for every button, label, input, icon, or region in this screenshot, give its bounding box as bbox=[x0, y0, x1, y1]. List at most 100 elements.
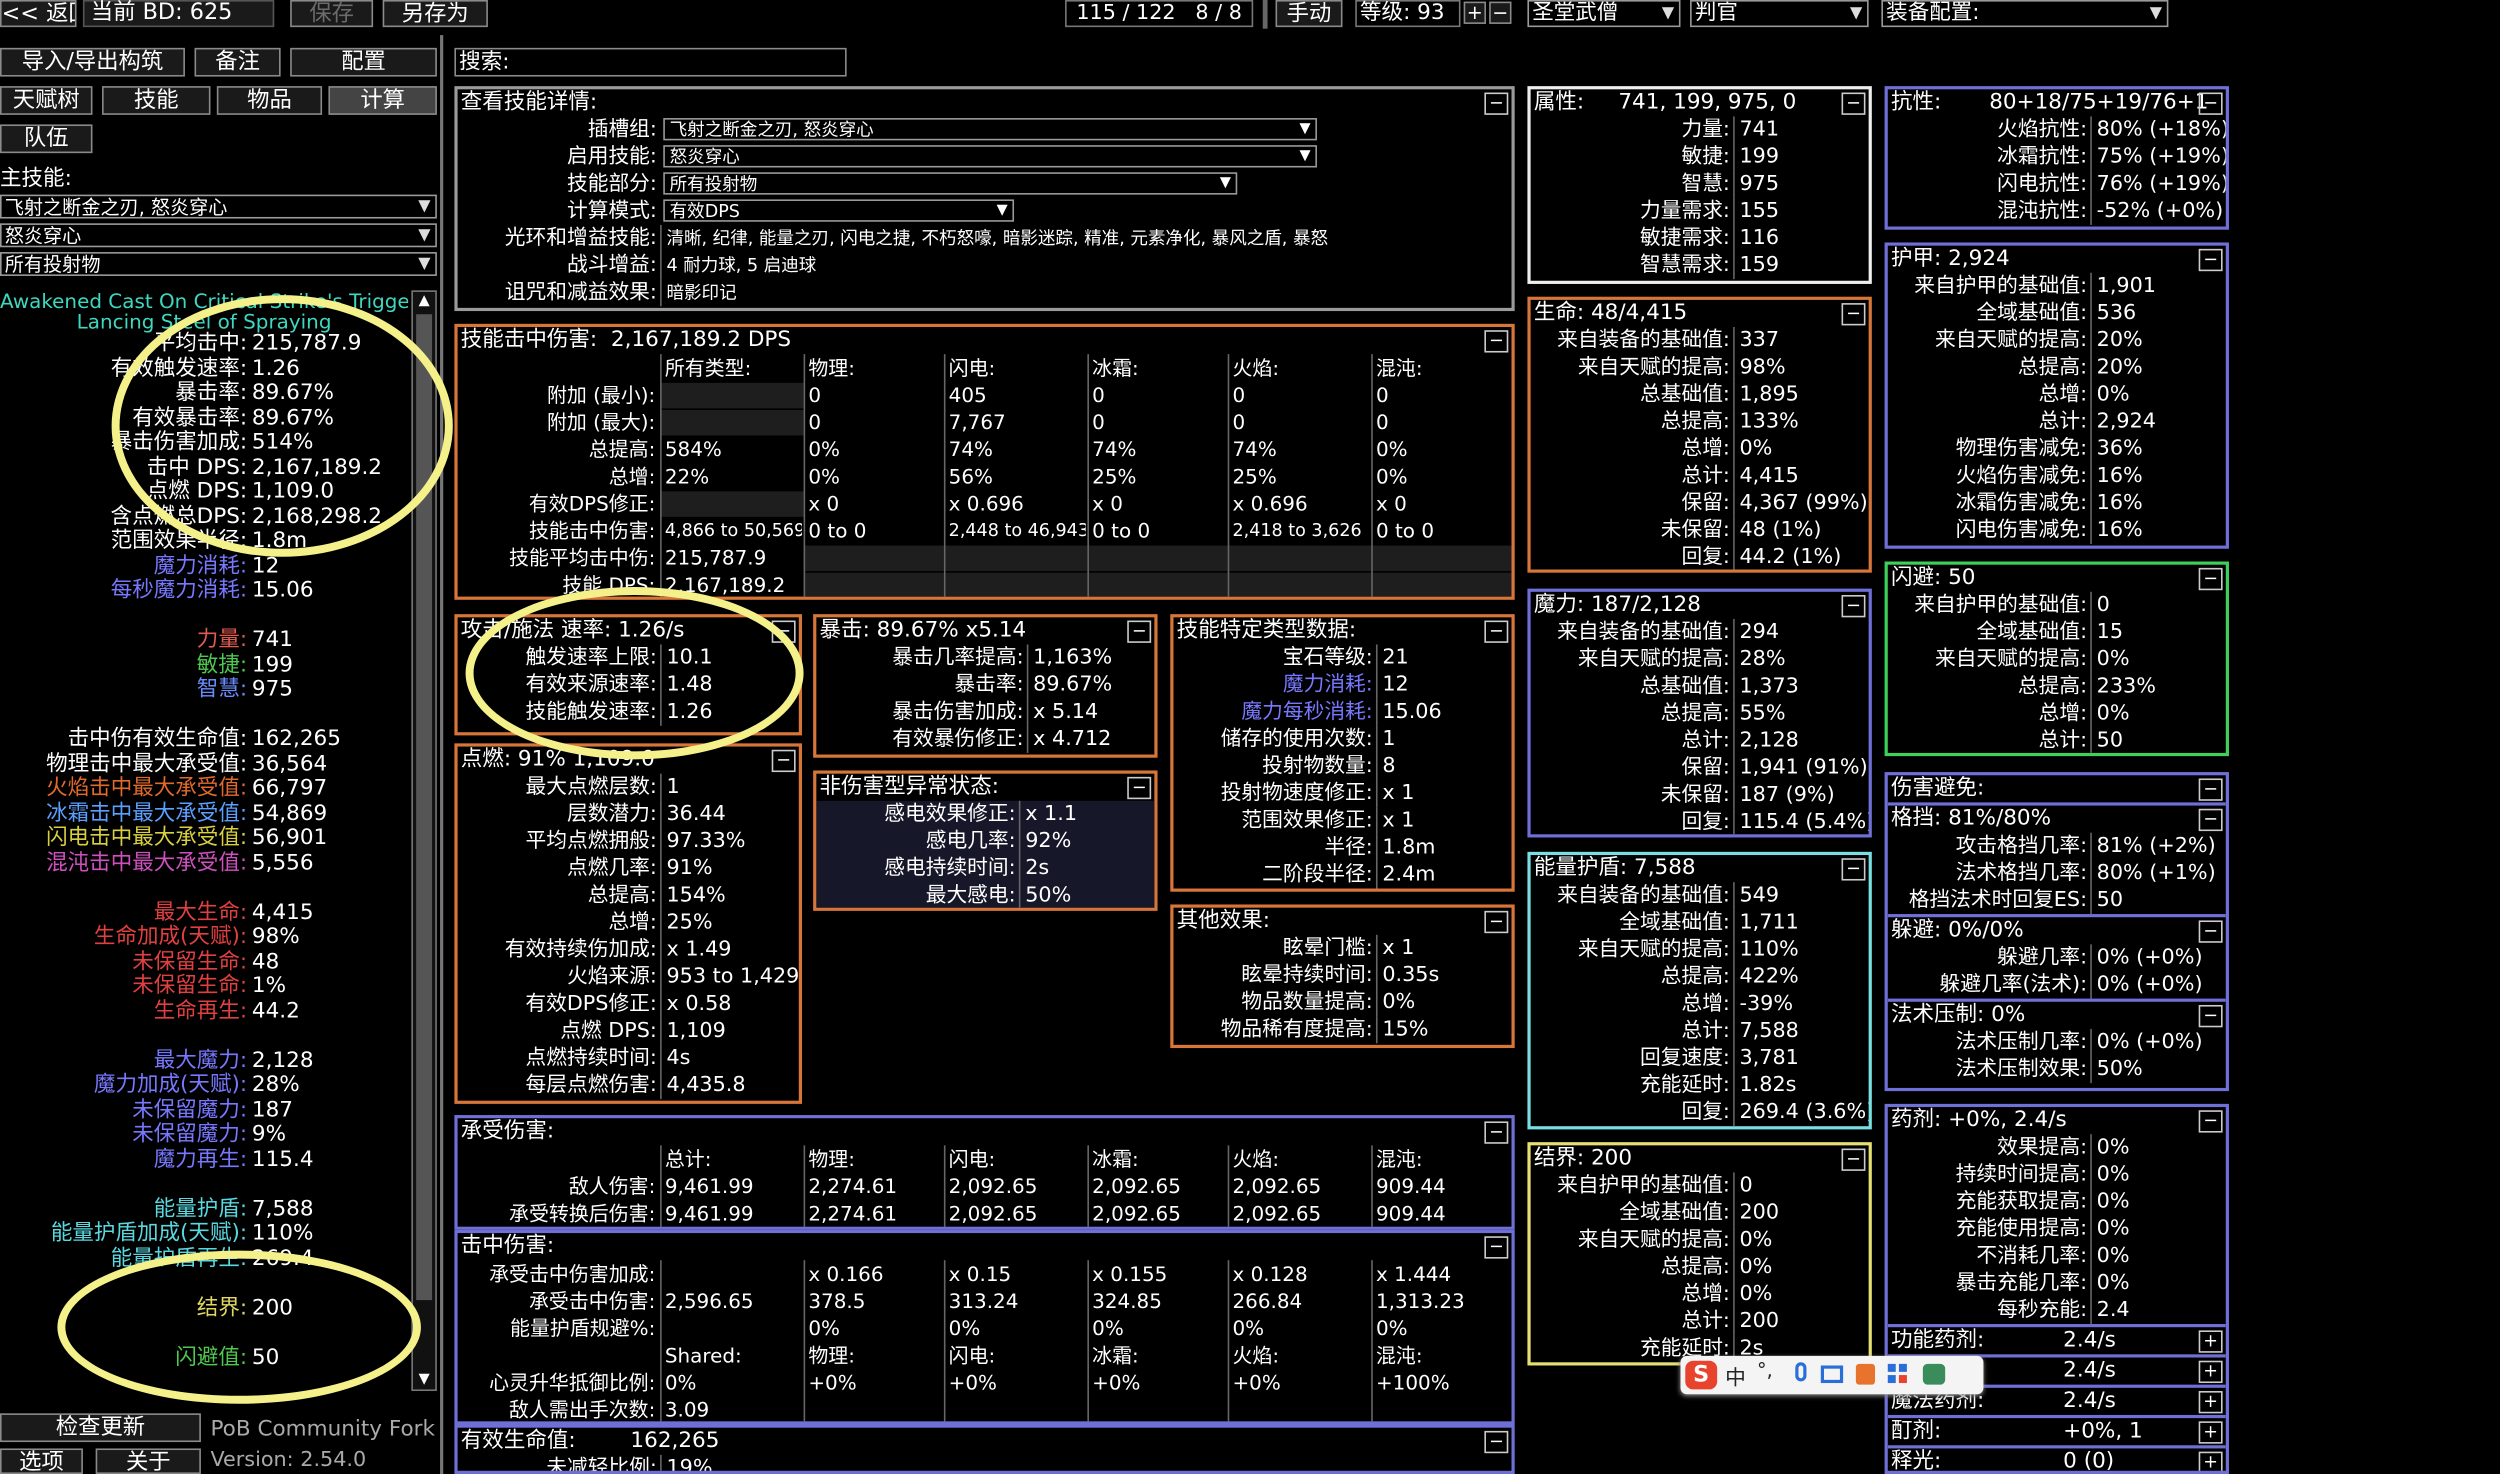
tab-tree[interactable]: 天赋树 bbox=[0, 86, 93, 115]
search-input[interactable]: 搜索: bbox=[454, 47, 847, 77]
main-skill-select[interactable]: 飞射之断金之刃, 怒炎穿心 ▼ bbox=[0, 194, 437, 219]
level-plus-button[interactable]: + bbox=[1463, 1, 1486, 24]
skill-type-value: 1.8m bbox=[1375, 834, 1512, 862]
config-button[interactable]: 配置 bbox=[290, 47, 437, 77]
collapse-icon[interactable]: − bbox=[1841, 595, 1866, 618]
tab-calc[interactable]: 计算 bbox=[328, 86, 437, 115]
skill-part-select[interactable]: 所有投射物 ▼ bbox=[0, 252, 437, 276]
collapse-icon[interactable]: − bbox=[1841, 92, 1866, 115]
skill-detail-row[interactable]: 插槽组: 飞射之断金之刃, 怒炎穿心 ▼ bbox=[458, 116, 1512, 143]
expand-icon[interactable]: + bbox=[2198, 1421, 2223, 1444]
collapse-icon[interactable]: − bbox=[1484, 620, 1509, 643]
expand-icon[interactable]: + bbox=[2198, 1330, 2223, 1353]
chevron-down-icon[interactable]: ▼ bbox=[997, 201, 1008, 220]
ime-toolbar[interactable]: S 中 °, bbox=[1680, 1355, 1984, 1395]
flask-row: 充能使用提高: 0% bbox=[1888, 1215, 2226, 1243]
active-skill-select[interactable]: 怒炎穿心 ▼ bbox=[0, 223, 437, 248]
scroll-up-icon[interactable]: ▲ bbox=[416, 292, 432, 311]
class-select[interactable]: 圣堂武僧 ▼ bbox=[1527, 0, 1681, 28]
cell-value: 2,092.65 bbox=[948, 1174, 1038, 1198]
ime-mic-icon[interactable] bbox=[1795, 1362, 1807, 1382]
collapse-icon[interactable]: − bbox=[2198, 778, 2223, 801]
chevron-down-icon: ▼ bbox=[2149, 4, 2163, 23]
empty-cell bbox=[660, 491, 804, 517]
sidebar-stat-label: 生命再生: bbox=[153, 997, 248, 1024]
back-button[interactable]: << 返回 bbox=[0, 0, 77, 28]
level-minus-button[interactable]: − bbox=[1489, 1, 1512, 24]
collapse-icon[interactable]: − bbox=[2198, 920, 2223, 943]
collapse-icon[interactable]: − bbox=[2198, 1110, 2223, 1133]
ime-grid-icon[interactable] bbox=[1887, 1363, 1909, 1385]
attributes-value: 741, 199, 975, 0 bbox=[1618, 89, 1797, 115]
level-field[interactable]: 等级: 93 bbox=[1355, 0, 1461, 28]
save-as-button[interactable]: 另存为 bbox=[382, 0, 488, 28]
cell-value: 0% bbox=[808, 437, 840, 462]
skill-detail-row[interactable]: 计算模式: 有效DPS ▼ bbox=[458, 198, 1512, 225]
collapse-icon[interactable]: − bbox=[2198, 808, 2223, 832]
sidebar-stat-value: 7,588 bbox=[251, 1195, 314, 1222]
ime-skin-icon[interactable] bbox=[1855, 1363, 1876, 1385]
cell-value: 909.44 bbox=[1375, 1174, 1446, 1198]
about-button[interactable]: 关于 bbox=[95, 1448, 201, 1474]
collapse-icon[interactable]: − bbox=[1484, 1236, 1509, 1259]
chevron-down-icon[interactable]: ▼ bbox=[1220, 174, 1231, 193]
collapse-icon[interactable]: − bbox=[2198, 92, 2223, 115]
armour-row: 全域基础值: 536 bbox=[1888, 299, 2226, 328]
collapse-icon[interactable]: − bbox=[1484, 92, 1509, 115]
options-button[interactable]: 选项 bbox=[0, 1448, 83, 1474]
collapse-icon[interactable]: − bbox=[1484, 330, 1509, 353]
notes-button[interactable]: 备注 bbox=[194, 47, 281, 77]
dodge-value: 0% (+0%) bbox=[2090, 944, 2226, 972]
ime-punct[interactable]: °, bbox=[1757, 1359, 1773, 1381]
ime-lang[interactable]: 中 bbox=[1725, 1361, 1746, 1391]
ascendancy-select[interactable]: 判官 ▼ bbox=[1690, 0, 1869, 28]
skill-detail-row[interactable]: 技能部分: 所有投射物 ▼ bbox=[458, 171, 1512, 198]
expand-icon[interactable]: + bbox=[2198, 1391, 2223, 1414]
cell-value: x 0.155 bbox=[1092, 1261, 1168, 1286]
expand-icon[interactable]: + bbox=[2198, 1360, 2223, 1384]
ignite-value: x 1.49 bbox=[660, 936, 799, 964]
expand-icon[interactable]: + bbox=[2198, 1451, 2223, 1471]
chevron-down-icon[interactable]: ▼ bbox=[1300, 147, 1311, 166]
ime-keyboard-icon[interactable] bbox=[1820, 1365, 1844, 1384]
save-button[interactable]: 保存 bbox=[290, 0, 374, 28]
skill-detail-row[interactable]: 启用技能: 怒炎穿心 ▼ bbox=[458, 144, 1512, 171]
ime-logo-icon[interactable]: S bbox=[1685, 1360, 1718, 1390]
collapse-icon[interactable]: − bbox=[1484, 1430, 1509, 1454]
flask-sub-value: +0%, 1 bbox=[2063, 1418, 2143, 1444]
collapse-icon[interactable]: − bbox=[1841, 1148, 1866, 1171]
import-export-button[interactable]: 导入/导出构筑 bbox=[0, 47, 185, 77]
crit-row: 暴击几率提高: 1,163% bbox=[816, 644, 1154, 672]
sidebar-scrollbar[interactable]: ▲ ▼ bbox=[411, 290, 437, 1392]
collapse-icon[interactable]: − bbox=[2198, 1004, 2223, 1028]
collapse-icon[interactable]: − bbox=[1127, 776, 1152, 800]
collapse-icon[interactable]: − bbox=[1484, 910, 1509, 934]
collapse-icon[interactable]: − bbox=[2198, 248, 2223, 272]
collapse-icon[interactable]: − bbox=[2198, 567, 2223, 591]
collapse-icon[interactable]: − bbox=[1127, 620, 1152, 643]
collapse-icon[interactable]: − bbox=[771, 749, 796, 773]
attribute-value: 199 bbox=[1733, 143, 1869, 171]
scroll-down-icon[interactable]: ▼ bbox=[416, 1370, 432, 1389]
evasion-value: 233% bbox=[2090, 673, 2226, 701]
other-effects-header: 其他效果: − bbox=[1173, 908, 1511, 935]
collapse-icon[interactable]: − bbox=[771, 620, 796, 643]
build-name-field[interactable]: 当前 BD: 625 bbox=[82, 0, 275, 28]
equip-config-select[interactable]: 装备配置: ▼ bbox=[1881, 0, 2169, 28]
chevron-down-icon[interactable]: ▼ bbox=[1300, 120, 1311, 139]
collapse-icon[interactable]: − bbox=[1484, 1121, 1509, 1144]
tab-party[interactable]: 队伍 bbox=[0, 124, 93, 154]
crit-label: 有效暴伤修正: bbox=[892, 727, 1024, 752]
tab-items[interactable]: 物品 bbox=[216, 86, 323, 115]
check-update-button[interactable]: 检查更新 bbox=[0, 1413, 201, 1443]
collapse-icon[interactable]: − bbox=[1841, 303, 1866, 326]
cell-value: 闪电: bbox=[948, 1343, 996, 1368]
tab-skills[interactable]: 技能 bbox=[102, 86, 211, 115]
scroll-thumb[interactable] bbox=[416, 314, 433, 1301]
manual-button[interactable]: 手动 bbox=[1275, 0, 1343, 28]
collapse-icon[interactable]: − bbox=[1841, 858, 1866, 881]
non-damage-panel: 非伤害型异常状态: − 感电效果修正: x 1.1 感电几率: 92% 感电持续时间: 2s… bbox=[813, 770, 1158, 911]
flask-sub-value: 2.4/s bbox=[2063, 1357, 2116, 1384]
life-row: 保留: 4,367 (99%) bbox=[1531, 489, 1869, 517]
ime-tool-icon[interactable] bbox=[1922, 1363, 1946, 1385]
